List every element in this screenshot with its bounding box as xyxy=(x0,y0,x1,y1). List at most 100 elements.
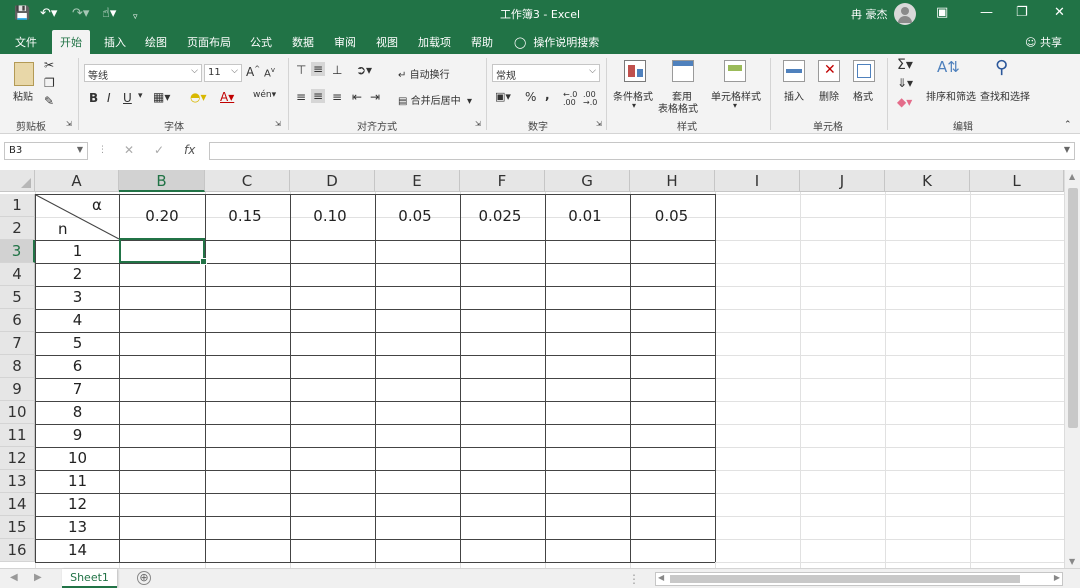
n-value-cell[interactable]: 7 xyxy=(36,378,119,401)
row-header-9[interactable]: 9 xyxy=(0,378,35,401)
insert-function-icon[interactable]: fx xyxy=(184,143,195,157)
chevron-down-icon[interactable]: ▾ xyxy=(632,101,636,110)
row-header-12[interactable]: 12 xyxy=(0,447,35,470)
delete-cells-label[interactable]: 删除 xyxy=(819,88,839,103)
bold-button[interactable]: B xyxy=(89,91,98,105)
row-header-2[interactable]: 2 xyxy=(0,217,35,240)
sort-filter-icon[interactable]: A⇅ xyxy=(937,58,960,76)
vertical-scrollbar[interactable]: ▲ ▼ xyxy=(1064,170,1080,568)
paste-label[interactable]: 粘贴 xyxy=(13,88,33,103)
alpha-value-cell[interactable]: 0.20 xyxy=(119,194,205,239)
sheet-tab-sheet1[interactable]: Sheet1 xyxy=(62,569,117,588)
align-top-icon[interactable]: ⊤ xyxy=(296,63,306,77)
conditional-formatting-icon[interactable] xyxy=(624,60,646,82)
increase-indent-icon[interactable]: ⇥ xyxy=(370,90,380,104)
tab-view[interactable]: 视图 xyxy=(376,34,398,50)
active-cell-b3[interactable] xyxy=(119,238,207,265)
row-header-4[interactable]: 4 xyxy=(0,263,35,286)
align-bottom-icon[interactable]: ⊥ xyxy=(332,63,342,77)
collapse-ribbon-icon[interactable]: ⌃ xyxy=(1064,120,1072,130)
row-header-7[interactable]: 7 xyxy=(0,332,35,355)
alpha-value-cell[interactable]: 0.05 xyxy=(630,194,713,239)
scroll-left-icon[interactable]: ◀ xyxy=(658,573,664,582)
alpha-value-cell[interactable]: 0.15 xyxy=(205,194,285,239)
cell-styles-icon[interactable] xyxy=(724,60,746,82)
scroll-thumb[interactable] xyxy=(1068,188,1078,428)
number-format-select[interactable]: 常规 ⌵ xyxy=(492,64,600,82)
paste-icon[interactable] xyxy=(14,62,34,86)
decrease-indent-icon[interactable]: ⇤ xyxy=(352,90,362,104)
scroll-down-icon[interactable]: ▼ xyxy=(1069,557,1075,566)
row-header-15[interactable]: 15 xyxy=(0,516,35,539)
fill-icon[interactable]: ⇓▾ xyxy=(897,76,913,90)
alpha-value-cell[interactable]: 0.05 xyxy=(375,194,455,239)
font-launcher-icon[interactable]: ⇲ xyxy=(275,120,281,128)
expand-formula-bar-icon[interactable]: ▼ xyxy=(1064,145,1070,154)
redo-icon[interactable]: ↷▾ xyxy=(72,6,89,22)
cut-icon[interactable]: ✂ xyxy=(44,58,54,72)
clear-icon[interactable]: ◆▾ xyxy=(897,95,912,109)
align-center-icon[interactable]: ≡ xyxy=(311,89,326,103)
column-header-a[interactable]: A xyxy=(35,170,119,192)
underline-options-icon[interactable]: ▾ xyxy=(138,91,143,101)
ribbon-display-icon[interactable]: ▣ xyxy=(936,5,948,20)
grow-font-icon[interactable]: A^ xyxy=(246,65,260,79)
tab-help[interactable]: 帮助 xyxy=(471,34,493,50)
tab-split-handle[interactable]: ⋮ xyxy=(628,572,640,586)
format-as-table-line2[interactable]: 表格格式 xyxy=(658,100,698,115)
n-value-cell[interactable]: 6 xyxy=(36,355,119,378)
copy-icon[interactable]: ❐ xyxy=(44,76,55,90)
phonetic-icon[interactable]: wén▾ xyxy=(253,90,276,100)
column-header-f[interactable]: F xyxy=(460,170,545,192)
search-icon[interactable]: ⚲ xyxy=(995,57,1008,78)
format-as-table-icon[interactable] xyxy=(672,60,694,82)
tab-home[interactable]: 开始 xyxy=(52,30,90,54)
number-launcher-icon[interactable]: ⇲ xyxy=(596,120,602,128)
clipboard-launcher-icon[interactable]: ⇲ xyxy=(66,120,72,128)
tab-page-layout[interactable]: 页面布局 xyxy=(187,34,231,50)
font-color-icon[interactable]: A▾ xyxy=(220,90,234,104)
alpha-value-cell[interactable]: 0.025 xyxy=(460,194,540,239)
row-header-13[interactable]: 13 xyxy=(0,470,35,493)
alignment-launcher-icon[interactable]: ⇲ xyxy=(475,120,481,128)
prev-sheet-icon[interactable]: ◀ xyxy=(10,572,18,583)
tab-data[interactable]: 数据 xyxy=(292,34,314,50)
currency-icon[interactable]: ▣▾ xyxy=(495,90,511,103)
row-header-6[interactable]: 6 xyxy=(0,309,35,332)
n-value-cell[interactable]: 1 xyxy=(36,240,119,263)
align-right-icon[interactable]: ≡ xyxy=(332,90,342,104)
tab-addins[interactable]: 加载项 xyxy=(418,34,451,50)
insert-cells-icon[interactable] xyxy=(783,60,805,82)
n-value-cell[interactable]: 4 xyxy=(36,309,119,332)
sort-filter-label[interactable]: 排序和筛选 xyxy=(926,88,976,103)
n-value-cell[interactable]: 3 xyxy=(36,286,119,309)
n-value-cell[interactable]: 5 xyxy=(36,332,119,355)
n-value-cell[interactable]: 8 xyxy=(36,401,119,424)
n-value-cell[interactable]: 11 xyxy=(36,470,119,493)
underline-button[interactable]: U xyxy=(123,91,132,105)
name-box[interactable]: B3 ▼ xyxy=(4,142,88,160)
worksheet-grid[interactable]: A B C D E F G H I J K L 1 2 3 4 5 6 7 8 … xyxy=(0,170,1080,570)
align-left-icon[interactable]: ≡ xyxy=(296,90,306,104)
column-header-e[interactable]: E xyxy=(375,170,460,192)
n-value-cell[interactable]: 12 xyxy=(36,493,119,516)
row-header-8[interactable]: 8 xyxy=(0,355,35,378)
format-cells-icon[interactable] xyxy=(853,60,875,82)
row-header-14[interactable]: 14 xyxy=(0,493,35,516)
share-button[interactable]: ☺ 共享 xyxy=(1025,34,1062,50)
decrease-decimal-icon[interactable]: .00 →.0 xyxy=(583,91,597,107)
cancel-entry-icon[interactable]: ✕ xyxy=(124,143,134,157)
row-header-3[interactable]: 3 xyxy=(0,240,35,263)
column-header-d[interactable]: D xyxy=(290,170,375,192)
scroll-up-icon[interactable]: ▲ xyxy=(1069,172,1075,181)
tab-formulas[interactable]: 公式 xyxy=(250,34,272,50)
column-header-j[interactable]: J xyxy=(800,170,885,192)
comma-button[interactable]: , xyxy=(545,88,550,102)
shrink-font-icon[interactable]: Av xyxy=(264,66,275,79)
restore-icon[interactable]: ❐ xyxy=(1016,5,1028,20)
undo-icon[interactable]: ↶▾ xyxy=(40,6,57,22)
column-header-l[interactable]: L xyxy=(970,170,1064,192)
row-header-5[interactable]: 5 xyxy=(0,286,35,309)
avatar[interactable] xyxy=(894,3,916,25)
chevron-down-icon[interactable]: ▾ xyxy=(733,101,737,110)
